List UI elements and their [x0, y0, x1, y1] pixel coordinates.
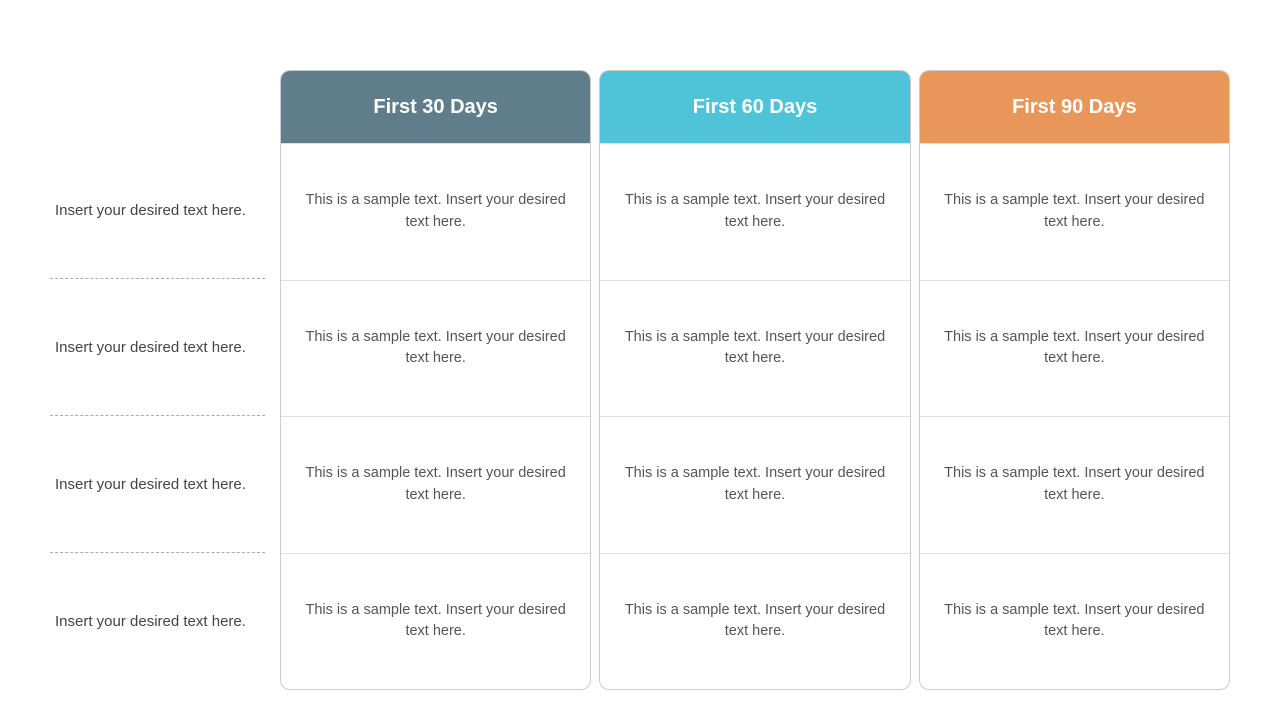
- data-cell-col-90-row-4: This is a sample text. Insert your desir…: [920, 553, 1229, 690]
- data-column-col-30: First 30 DaysThis is a sample text. Inse…: [280, 70, 591, 690]
- label-cell-3: Insert your desired text here.: [50, 416, 280, 553]
- data-cell-col-60-row-2: This is a sample text. Insert your desir…: [600, 280, 909, 417]
- data-cell-col-30-row-1: This is a sample text. Insert your desir…: [281, 143, 590, 280]
- data-column-col-60: First 60 DaysThis is a sample text. Inse…: [599, 70, 910, 690]
- label-cell-4: Insert your desired text here.: [50, 553, 280, 690]
- data-cell-col-60-row-3: This is a sample text. Insert your desir…: [600, 416, 909, 553]
- data-column-col-90: First 90 DaysThis is a sample text. Inse…: [919, 70, 1230, 690]
- page: Insert your desired text here.Insert you…: [0, 0, 1280, 720]
- table-container: Insert your desired text here.Insert you…: [50, 70, 1230, 690]
- data-cell-col-60-row-4: This is a sample text. Insert your desir…: [600, 553, 909, 690]
- label-cell-2: Insert your desired text here.: [50, 279, 280, 416]
- data-cell-col-90-row-2: This is a sample text. Insert your desir…: [920, 280, 1229, 417]
- label-cell-1: Insert your desired text here.: [50, 142, 280, 279]
- data-cell-col-60-row-1: This is a sample text. Insert your desir…: [600, 143, 909, 280]
- column-header-col-90: First 90 Days: [920, 71, 1229, 143]
- data-cell-col-90-row-1: This is a sample text. Insert your desir…: [920, 143, 1229, 280]
- data-columns: First 30 DaysThis is a sample text. Inse…: [280, 70, 1230, 690]
- data-cell-col-30-row-3: This is a sample text. Insert your desir…: [281, 416, 590, 553]
- column-header-col-60: First 60 Days: [600, 71, 909, 143]
- data-cell-col-30-row-4: This is a sample text. Insert your desir…: [281, 553, 590, 690]
- data-cell-col-90-row-3: This is a sample text. Insert your desir…: [920, 416, 1229, 553]
- label-column: Insert your desired text here.Insert you…: [50, 70, 280, 690]
- data-cell-col-30-row-2: This is a sample text. Insert your desir…: [281, 280, 590, 417]
- column-header-col-30: First 30 Days: [281, 71, 590, 143]
